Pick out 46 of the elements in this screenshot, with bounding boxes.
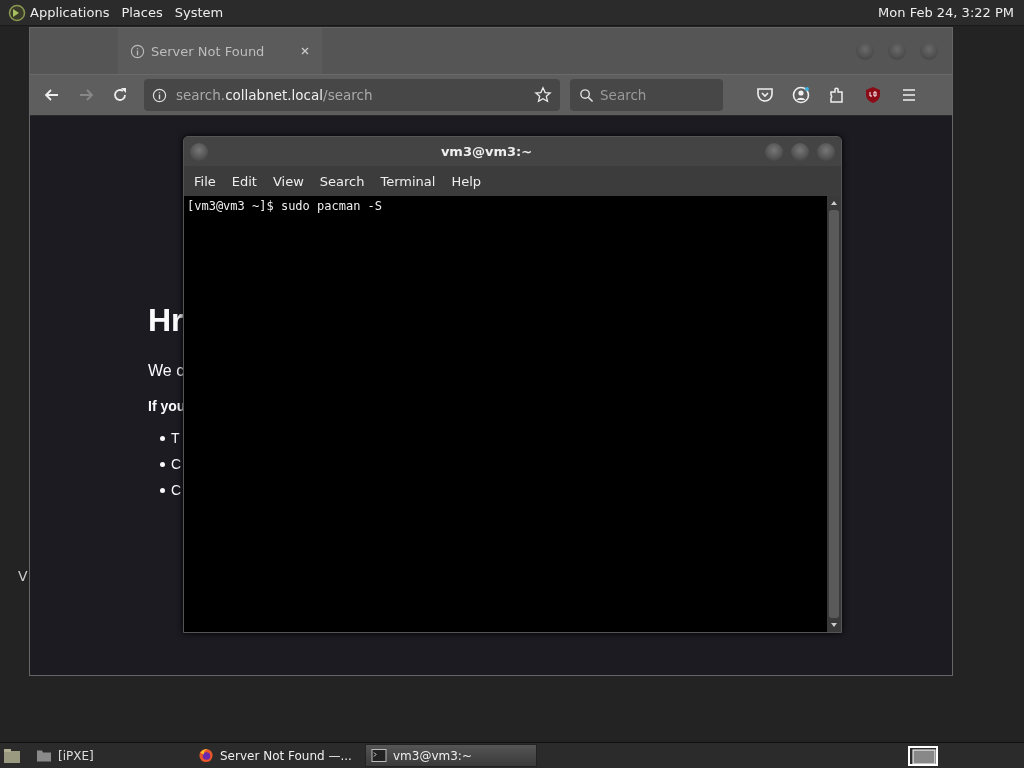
folder-icon (36, 748, 52, 763)
scroll-thumb[interactable] (829, 210, 839, 618)
address-bar[interactable]: search.collabnet.local/search (144, 79, 560, 111)
workspace-switcher-icon[interactable] (908, 745, 938, 766)
distro-logo-icon[interactable] (8, 3, 26, 22)
desktop-text: V (18, 568, 28, 584)
info-icon[interactable] (152, 87, 167, 103)
minimize-button[interactable] (765, 142, 783, 161)
info-icon (130, 43, 145, 59)
bullet-icon (160, 435, 165, 441)
url-text[interactable]: search.collabnet.local/search (176, 87, 525, 103)
taskbar-button[interactable]: Server Not Found —... (193, 744, 365, 767)
show-desktop-icon[interactable] (3, 747, 21, 764)
menu-item[interactable]: Edit (223, 173, 265, 189)
panel-menu[interactable]: Applications (30, 5, 110, 20)
browser-tab[interactable]: Server Not Found (118, 28, 322, 74)
menu-item[interactable]: Terminal (372, 173, 444, 189)
menu-item[interactable]: View (264, 173, 312, 189)
browser-icon (198, 748, 214, 763)
terminal-icon (371, 748, 387, 763)
menu-item[interactable]: Search (311, 173, 373, 189)
bullet-icon (160, 487, 165, 493)
paragraph: We c (148, 362, 186, 380)
star-icon[interactable] (534, 86, 552, 104)
window-title: vm3@vm3:~ (439, 144, 534, 159)
search-field[interactable]: Search (570, 79, 723, 111)
taskbar-button[interactable]: vm3@vm3:~ (365, 744, 537, 767)
clock[interactable]: Mon Feb 24, 3:22 PM (878, 5, 1014, 20)
list-item: T (171, 430, 180, 446)
terminal-line: [vm3@vm3 ~]$ sudo pacman -S (187, 199, 384, 213)
list-item: C (171, 482, 182, 498)
scrollbar[interactable] (827, 196, 841, 632)
panel-menu[interactable]: System (174, 5, 224, 20)
panel-menu[interactable]: Places (121, 5, 163, 20)
search-icon (579, 88, 594, 103)
bullet-icon (160, 461, 165, 467)
menu-item[interactable]: Help (443, 173, 490, 189)
close-button[interactable] (817, 142, 835, 161)
close-icon[interactable] (300, 46, 310, 56)
page-heading: Hr (148, 301, 185, 340)
tab-title: Server Not Found (151, 43, 266, 59)
taskbar-button[interactable]: [iPXE] (31, 744, 193, 767)
menu-item[interactable]: File (186, 173, 224, 189)
list-item: C (171, 456, 182, 472)
window-menu-button[interactable] (190, 142, 208, 161)
maximize-button[interactable] (791, 142, 809, 161)
